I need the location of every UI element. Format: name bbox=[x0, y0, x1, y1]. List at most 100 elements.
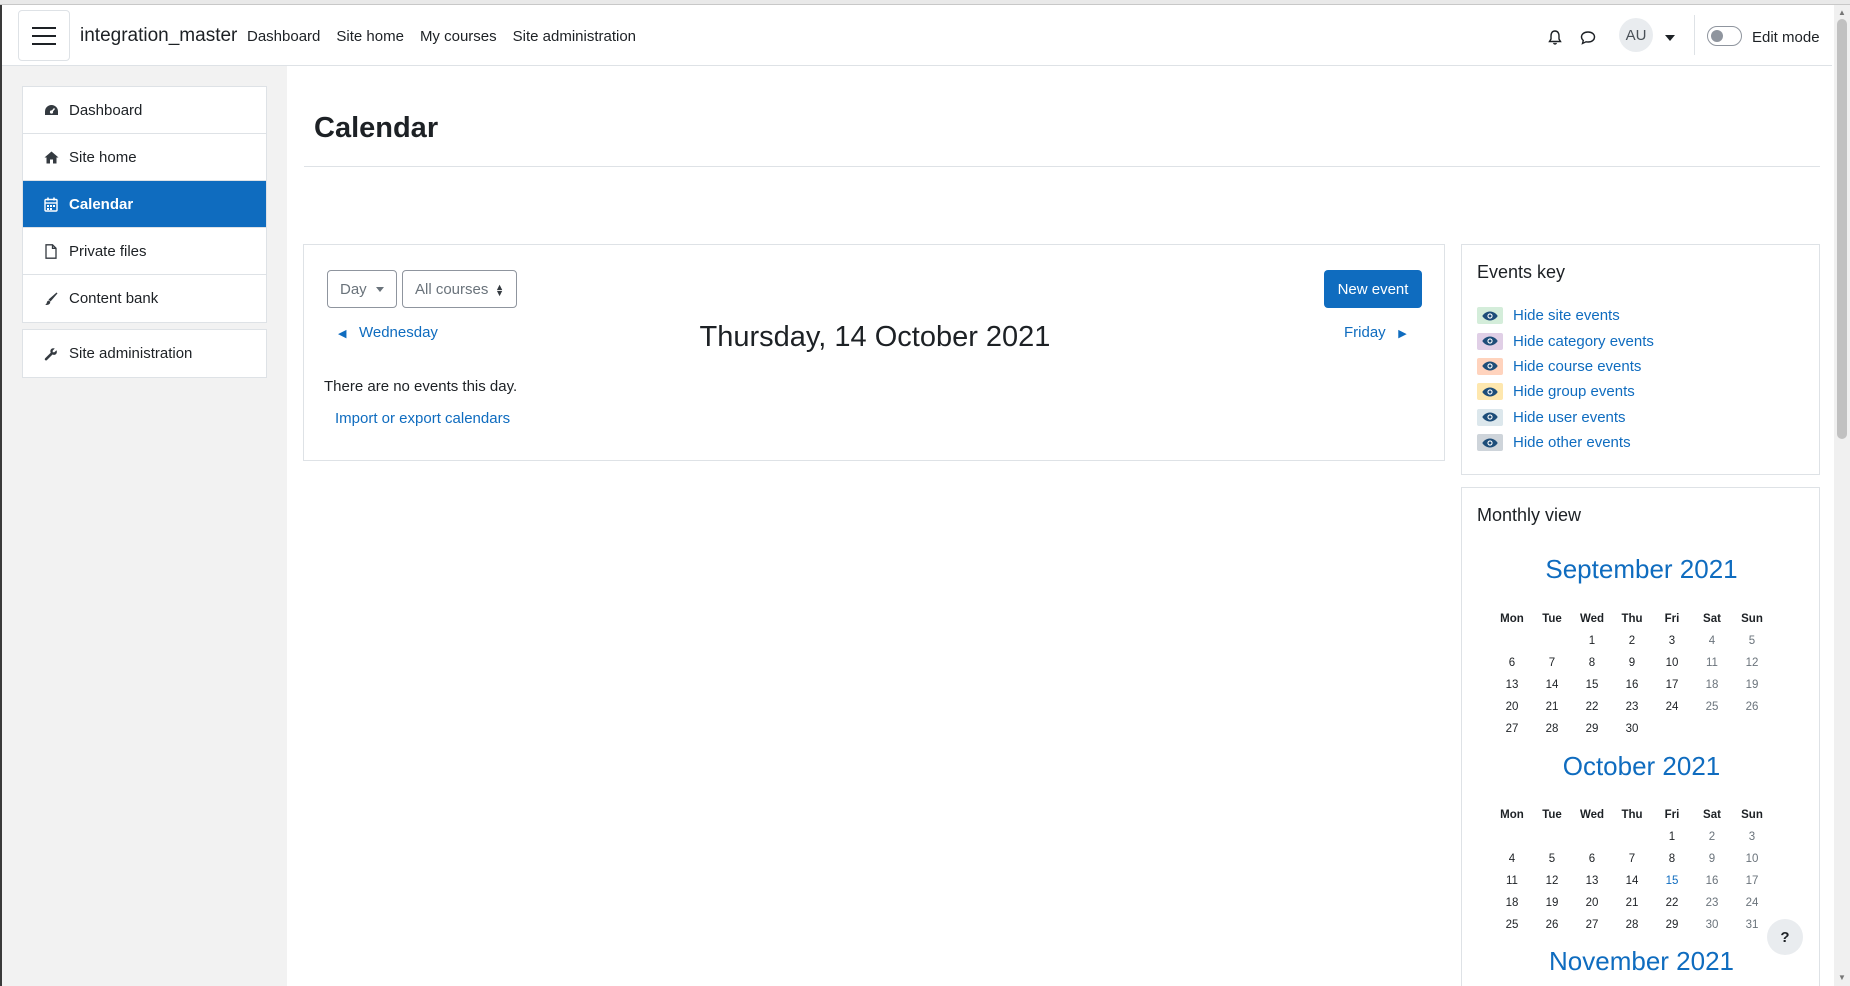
day-cell[interactable]: 3 bbox=[1652, 630, 1692, 652]
day-cell[interactable]: 26 bbox=[1532, 914, 1572, 936]
day-cell[interactable]: 13 bbox=[1572, 870, 1612, 892]
day-cell[interactable]: 3 bbox=[1732, 826, 1772, 848]
day-cell[interactable]: 9 bbox=[1692, 848, 1732, 870]
nav-site-administration[interactable]: Site administration bbox=[513, 28, 636, 45]
user-avatar[interactable]: AU bbox=[1619, 18, 1653, 52]
help-button[interactable]: ? bbox=[1767, 919, 1803, 955]
view-type-select[interactable]: Day bbox=[327, 270, 397, 308]
day-cell[interactable]: 4 bbox=[1692, 630, 1732, 652]
site-name-link[interactable]: integration_master bbox=[80, 25, 237, 47]
day-cell[interactable]: 16 bbox=[1692, 870, 1732, 892]
sidebar-item-site-home[interactable]: Site home bbox=[23, 134, 266, 181]
nav-dashboard[interactable]: Dashboard bbox=[247, 28, 320, 45]
sidebar-item-calendar[interactable]: Calendar bbox=[23, 181, 266, 228]
edit-mode-toggle[interactable] bbox=[1707, 26, 1742, 46]
eye-icon[interactable] bbox=[1477, 307, 1503, 325]
day-cell[interactable]: 22 bbox=[1572, 696, 1612, 718]
messages-chat-icon[interactable] bbox=[1580, 30, 1596, 49]
day-cell[interactable]: 28 bbox=[1532, 718, 1572, 740]
day-cell[interactable]: 21 bbox=[1612, 892, 1652, 914]
day-cell[interactable]: 21 bbox=[1532, 696, 1572, 718]
day-cell[interactable]: 19 bbox=[1532, 892, 1572, 914]
hide-events-link[interactable]: Hide course events bbox=[1513, 358, 1641, 375]
nav-site-home[interactable]: Site home bbox=[336, 28, 404, 45]
day-cell[interactable]: 30 bbox=[1692, 914, 1732, 936]
day-cell[interactable]: 12 bbox=[1532, 870, 1572, 892]
eye-icon[interactable] bbox=[1477, 332, 1503, 350]
day-cell[interactable]: 8 bbox=[1572, 652, 1612, 674]
day-cell[interactable]: 1 bbox=[1572, 630, 1612, 652]
day-cell[interactable]: 19 bbox=[1732, 674, 1772, 696]
page-scrollbar[interactable]: ▲ ▼ bbox=[1834, 5, 1850, 986]
day-cell[interactable]: 22 bbox=[1652, 892, 1692, 914]
day-cell[interactable]: 24 bbox=[1652, 696, 1692, 718]
day-cell[interactable]: 12 bbox=[1732, 652, 1772, 674]
day-cell[interactable]: 10 bbox=[1732, 848, 1772, 870]
day-cell[interactable]: 2 bbox=[1692, 826, 1732, 848]
month-title-october[interactable]: October 2021 bbox=[1462, 751, 1821, 782]
day-cell[interactable]: 23 bbox=[1612, 696, 1652, 718]
course-filter-select[interactable]: All courses ▲ ▼ bbox=[402, 270, 517, 308]
day-cell[interactable]: 24 bbox=[1732, 892, 1772, 914]
day-cell[interactable]: 9 bbox=[1612, 652, 1652, 674]
day-cell[interactable]: 17 bbox=[1652, 674, 1692, 696]
day-cell[interactable]: 27 bbox=[1492, 718, 1532, 740]
eye-icon[interactable] bbox=[1477, 434, 1503, 452]
day-cell[interactable]: 5 bbox=[1532, 848, 1572, 870]
day-cell[interactable]: 29 bbox=[1652, 914, 1692, 936]
scrollbar-thumb[interactable] bbox=[1837, 19, 1847, 439]
day-cell[interactable]: 6 bbox=[1572, 848, 1612, 870]
scroll-down-icon[interactable]: ▼ bbox=[1838, 973, 1846, 982]
sidebar-item-site-administration[interactable]: Site administration bbox=[23, 330, 266, 377]
day-cell[interactable]: 28 bbox=[1612, 914, 1652, 936]
day-cell[interactable]: 13 bbox=[1492, 674, 1532, 696]
eye-icon[interactable] bbox=[1477, 408, 1503, 426]
day-cell[interactable]: 30 bbox=[1612, 718, 1652, 740]
eye-icon[interactable] bbox=[1477, 357, 1503, 375]
day-cell[interactable]: 18 bbox=[1492, 892, 1532, 914]
hide-events-link[interactable]: Hide group events bbox=[1513, 383, 1635, 400]
day-cell[interactable]: 17 bbox=[1732, 870, 1772, 892]
next-day-link[interactable]: Friday ▶ bbox=[1344, 324, 1407, 341]
sidebar-item-dashboard[interactable]: Dashboard bbox=[23, 87, 266, 134]
day-cell[interactable]: 11 bbox=[1492, 870, 1532, 892]
sidebar-item-private-files[interactable]: Private files bbox=[23, 228, 266, 275]
day-cell[interactable]: 14 bbox=[1612, 870, 1652, 892]
hide-events-link[interactable]: Hide other events bbox=[1513, 434, 1631, 451]
new-event-button[interactable]: New event bbox=[1324, 270, 1422, 308]
user-menu-chevron-down-icon[interactable] bbox=[1665, 35, 1675, 41]
sidebar-item-content-bank[interactable]: Content bank bbox=[23, 275, 266, 322]
day-cell[interactable]: 11 bbox=[1692, 652, 1732, 674]
month-title-november[interactable]: November 2021 bbox=[1462, 946, 1821, 977]
day-cell[interactable]: 27 bbox=[1572, 914, 1612, 936]
scroll-up-icon[interactable]: ▲ bbox=[1838, 8, 1846, 17]
day-cell[interactable]: 18 bbox=[1692, 674, 1732, 696]
day-cell[interactable]: 26 bbox=[1732, 696, 1772, 718]
day-cell[interactable]: 8 bbox=[1652, 848, 1692, 870]
day-cell[interactable]: 2 bbox=[1612, 630, 1652, 652]
day-cell[interactable]: 15 bbox=[1572, 674, 1612, 696]
day-cell[interactable]: 31 bbox=[1732, 914, 1772, 936]
day-cell[interactable]: 7 bbox=[1532, 652, 1572, 674]
nav-my-courses[interactable]: My courses bbox=[420, 28, 497, 45]
day-cell[interactable]: 10 bbox=[1652, 652, 1692, 674]
eye-icon[interactable] bbox=[1477, 383, 1503, 401]
day-cell[interactable]: 25 bbox=[1492, 914, 1532, 936]
day-cell[interactable]: 16 bbox=[1612, 674, 1652, 696]
day-cell[interactable]: 5 bbox=[1732, 630, 1772, 652]
drawer-toggle-button[interactable] bbox=[18, 10, 70, 61]
day-cell[interactable]: 1 bbox=[1652, 826, 1692, 848]
import-export-calendars-link[interactable]: Import or export calendars bbox=[335, 410, 510, 427]
hide-events-link[interactable]: Hide site events bbox=[1513, 307, 1620, 324]
hide-events-link[interactable]: Hide category events bbox=[1513, 333, 1654, 350]
day-cell[interactable]: 20 bbox=[1572, 892, 1612, 914]
day-cell[interactable]: 7 bbox=[1612, 848, 1652, 870]
day-cell[interactable]: 15 bbox=[1652, 870, 1692, 892]
day-cell[interactable]: 6 bbox=[1492, 652, 1532, 674]
day-cell[interactable]: 4 bbox=[1492, 848, 1532, 870]
day-cell[interactable]: 29 bbox=[1572, 718, 1612, 740]
day-cell[interactable]: 23 bbox=[1692, 892, 1732, 914]
day-cell[interactable]: 20 bbox=[1492, 696, 1532, 718]
day-cell[interactable]: 14 bbox=[1532, 674, 1572, 696]
month-title-september[interactable]: September 2021 bbox=[1462, 554, 1821, 585]
